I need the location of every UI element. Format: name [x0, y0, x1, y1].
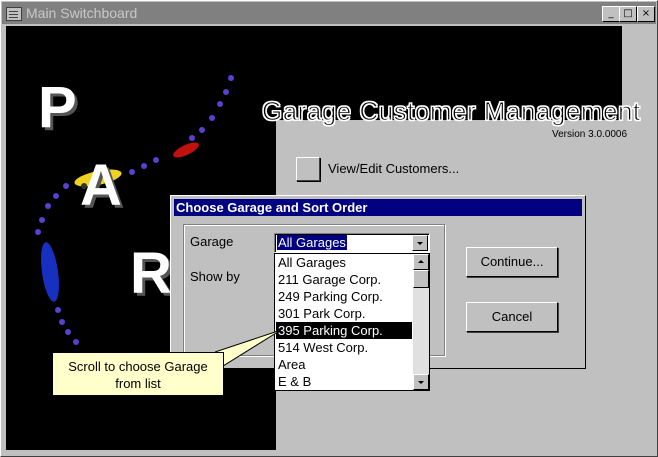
minimize-button[interactable]: _ [602, 6, 620, 22]
callout-pointer [215, 329, 282, 367]
garage-combobox[interactable]: All Garages [274, 233, 430, 253]
callout-line-1: Scroll to choose Garage [68, 359, 208, 374]
scroll-down-icon[interactable] [413, 374, 429, 390]
close-icon: × [641, 8, 651, 19]
logo-letter-r: R [130, 241, 172, 306]
callout-line-2: from list [115, 376, 161, 391]
app-title: Garage Customer Management [262, 96, 641, 127]
help-callout: Scroll to choose Garage from list [52, 352, 224, 396]
logo-letter-p: P [38, 75, 77, 140]
blue-car-icon [41, 242, 59, 302]
maximize-button[interactable]: □ [619, 6, 637, 22]
view-edit-customers-button[interactable] [296, 157, 320, 181]
garage-combobox-value: All Garages [277, 235, 347, 250]
red-car-icon [173, 142, 199, 158]
list-scrollbar[interactable] [413, 254, 429, 390]
garage-label: Garage [190, 234, 234, 249]
logo-letter-a: A [80, 153, 122, 218]
maximize-icon: □ [623, 8, 633, 19]
form-icon[interactable] [6, 7, 22, 21]
garage-option[interactable]: 249 Parking Corp. [276, 288, 412, 305]
window-titlebar[interactable]: Main Switchboard _ □ × [2, 2, 656, 24]
window-title: Main Switchboard [26, 5, 138, 21]
garage-option[interactable]: 301 Park Corp. [276, 305, 412, 322]
view-edit-customers-label: View/Edit Customers... [328, 161, 460, 176]
dialog-title: Choose Garage and Sort Order [174, 199, 582, 216]
cancel-button[interactable]: Cancel [466, 302, 558, 332]
garage-option[interactable]: Area [276, 356, 412, 373]
minimize-icon: _ [608, 8, 614, 19]
garage-option[interactable]: All Garages [276, 254, 412, 271]
scroll-thumb[interactable] [413, 270, 429, 288]
garage-option[interactable]: 514 West Corp. [276, 339, 412, 356]
scroll-up-icon[interactable] [413, 254, 429, 270]
garage-option-selected[interactable]: 395 Parking Corp. [276, 322, 412, 339]
garage-dropdown-list[interactable]: All Garages 211 Garage Corp. 249 Parking… [274, 253, 430, 391]
close-button[interactable]: × [637, 6, 655, 22]
dropdown-arrow-icon[interactable] [412, 235, 428, 251]
show-by-label: Show by [190, 269, 240, 284]
garage-option[interactable]: 211 Garage Corp. [276, 271, 412, 288]
garage-option[interactable]: E & B [276, 373, 412, 390]
continue-button[interactable]: Continue... [466, 247, 558, 277]
version-label: Version 3.0.0006 [552, 129, 628, 140]
